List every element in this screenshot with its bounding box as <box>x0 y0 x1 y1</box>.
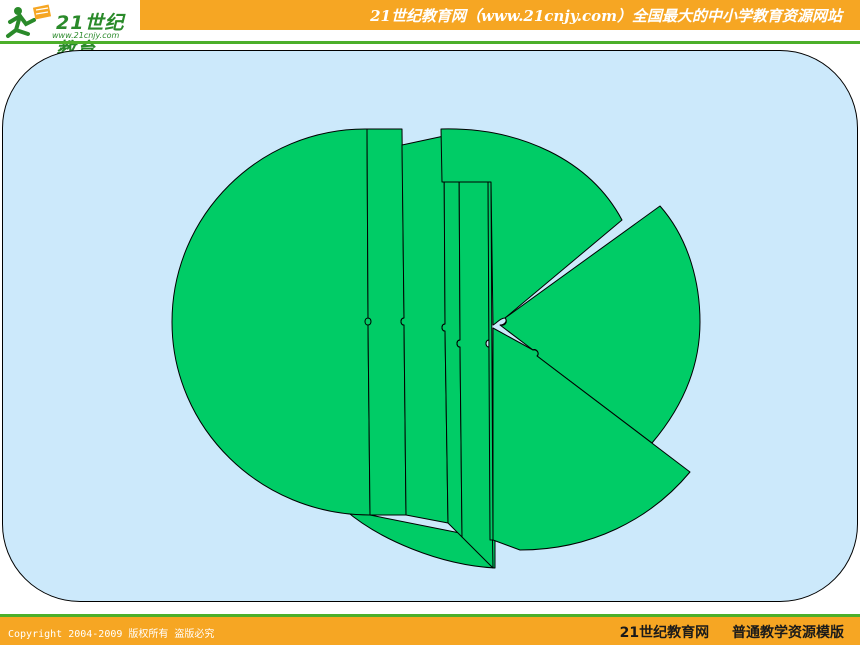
footer-right: 21世纪教育网 普通教学资源模版 <box>602 622 844 642</box>
strip-piece-1 <box>366 128 407 516</box>
strip-piece-4 <box>456 149 494 569</box>
copyright-text: Copyright 2004-2009 版权所有 盗版必究 <box>8 629 215 640</box>
left-semicircle-piece <box>171 128 372 516</box>
footer-brand: 21世纪教育网 <box>619 625 710 641</box>
strip-piece-2 <box>400 135 449 524</box>
footer-template-name: 普通教学资源模版 <box>732 625 844 641</box>
footer: Copyright 2004-2009 版权所有 盗版必究 21世纪教育网 普通… <box>0 617 860 645</box>
cut-circle-figure <box>171 128 701 569</box>
